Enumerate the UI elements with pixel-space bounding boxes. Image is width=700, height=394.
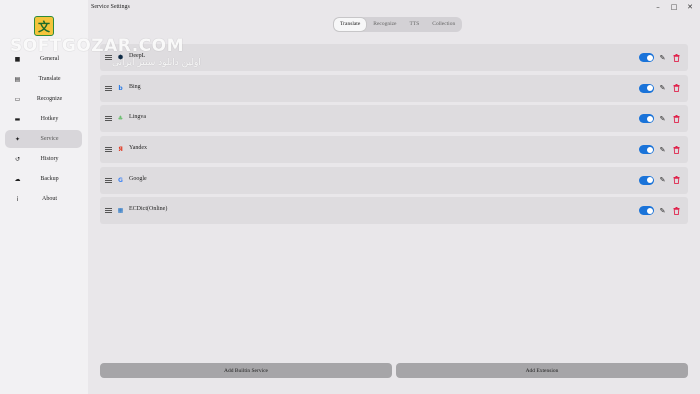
delete-icon[interactable] [672, 145, 681, 154]
grid-icon: ■ [14, 55, 21, 63]
delete-icon[interactable] [672, 53, 681, 62]
service-name: Yandex [129, 145, 148, 152]
info-icon: i [16, 195, 19, 203]
service-tabs: Translate Recognize TTS Collection [333, 17, 463, 32]
recognize-icon: ▭ [14, 95, 21, 103]
service-enable-toggle[interactable] [639, 175, 654, 185]
edit-icon[interactable]: ✎ [658, 176, 667, 185]
service-list: ⬢ DeepL ✎ b Bing ✎ ♣ Lingva ✎ Я Yandex ✎ G Google ✎ ▦ EC… [100, 44, 688, 228]
minimize-button[interactable]: – [654, 2, 662, 12]
drag-handle-icon[interactable] [105, 208, 112, 214]
yandex-icon: Я [118, 146, 123, 154]
keyboard-icon: ▬ [14, 115, 21, 123]
service-enable-toggle[interactable] [639, 53, 654, 62]
tab-recognize[interactable]: Recognize [367, 18, 402, 31]
edit-icon[interactable]: ✎ [658, 206, 667, 215]
google-icon: G [118, 176, 123, 184]
edit-icon[interactable]: ✎ [658, 114, 667, 123]
app-logo: 文 [34, 16, 54, 36]
service-enable-toggle[interactable] [639, 83, 654, 93]
service-name: Google [129, 175, 147, 182]
drag-handle-icon[interactable] [105, 147, 112, 153]
delete-icon[interactable] [672, 114, 681, 123]
sidebar-item-backup[interactable]: ☁ Backup [5, 170, 82, 188]
service-row: G Google ✎ [100, 166, 688, 194]
service-row: Я Yandex ✎ [100, 136, 688, 164]
watermark-subtext: اولین دانلود سنتر ایرانی [112, 58, 201, 68]
ecdict-icon: ▦ [117, 207, 124, 215]
window-controls: – □ ✕ [654, 2, 694, 12]
sidebar-item-history[interactable]: ↺ History [5, 150, 82, 168]
service-name: ECDict(Online) [129, 206, 168, 213]
sidebar-item-translate[interactable]: ▤ Translate [5, 70, 82, 88]
puzzle-icon: ✦ [14, 135, 21, 143]
maximize-button[interactable]: □ [670, 2, 678, 12]
bing-icon: b [118, 84, 123, 92]
service-enable-toggle[interactable] [639, 114, 654, 124]
delete-icon[interactable] [672, 84, 681, 93]
service-row: b Bing ✎ [100, 74, 688, 102]
service-enable-toggle[interactable] [639, 206, 654, 216]
translate-icon: ▤ [14, 75, 21, 83]
delete-icon[interactable] [672, 206, 681, 215]
edit-icon[interactable]: ✎ [658, 84, 667, 93]
sidebar-nav: ■ General ▤ Translate ▭ Recognize ▬ Hotkey ✦ Serv… [5, 50, 82, 210]
edit-icon[interactable]: ✎ [658, 53, 667, 62]
drag-handle-icon[interactable] [105, 116, 112, 122]
sidebar-item-hotkey[interactable]: ▬ Hotkey [5, 110, 82, 128]
close-button[interactable]: ✕ [686, 2, 694, 12]
window-title: Service Settings [91, 4, 130, 10]
service-row: ♣ Lingva ✎ [100, 105, 688, 133]
service-enable-toggle[interactable] [639, 145, 654, 155]
sidebar-item-about[interactable]: i About [5, 190, 82, 208]
drag-handle-icon[interactable] [105, 85, 112, 91]
lingva-icon: ♣ [117, 115, 124, 123]
tab-tts[interactable]: TTS [404, 18, 426, 31]
edit-icon[interactable]: ✎ [658, 145, 667, 154]
delete-icon[interactable] [672, 176, 681, 185]
cloud-icon: ☁ [14, 175, 21, 183]
drag-handle-icon[interactable] [105, 177, 112, 183]
service-name: Lingva [129, 114, 146, 121]
history-icon: ↺ [14, 155, 21, 163]
tab-collection[interactable]: Collection [426, 18, 461, 31]
watermark-logo: SOFTGOZAR.COM [10, 36, 185, 56]
sidebar-item-service[interactable]: ✦ Service [5, 130, 82, 148]
service-name: Bing [129, 83, 141, 90]
add-builtin-service-button[interactable]: Add Builtin Service [100, 363, 392, 378]
add-extension-button[interactable]: Add Extension [396, 363, 688, 378]
service-row: ▦ ECDict(Online) ✎ [100, 197, 688, 225]
sidebar-item-recognize[interactable]: ▭ Recognize [5, 90, 82, 108]
tab-translate[interactable]: Translate [334, 18, 367, 31]
sidebar: 文 ■ General ▤ Translate ▭ Recognize ▬ Hotkey ✦ Se… [0, 0, 88, 394]
